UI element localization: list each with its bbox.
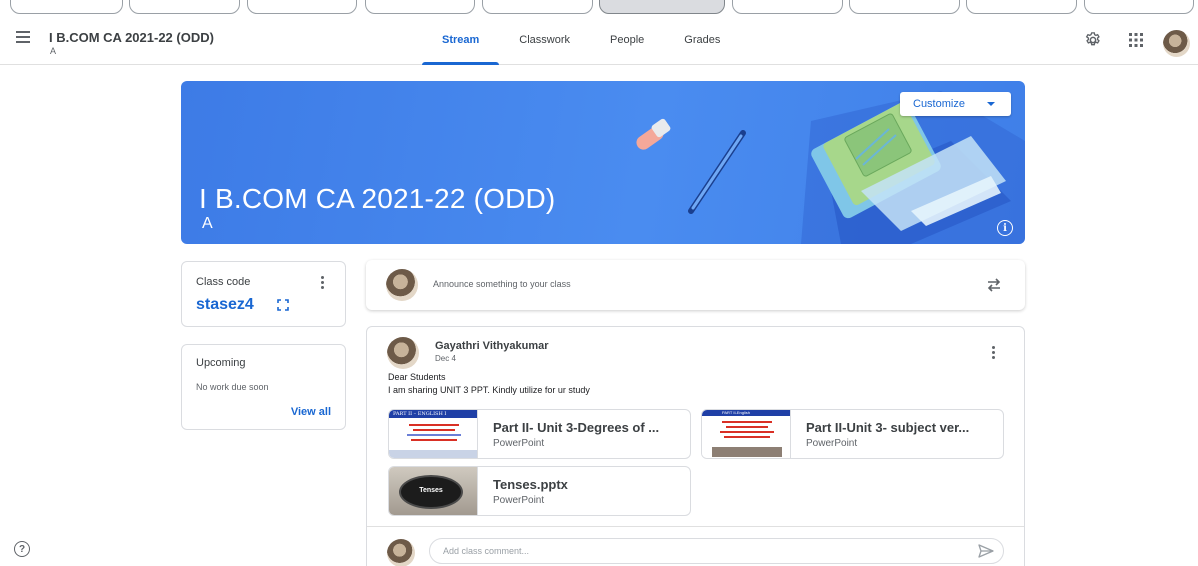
settings-icon[interactable]	[1082, 29, 1104, 51]
class-banner: I B.COM CA 2021-22 (ODD) A Customize i	[181, 81, 1025, 244]
attachment-type: PowerPoint	[493, 495, 545, 506]
class-code-card: Class code stasez4	[181, 261, 346, 327]
banner-section: A	[202, 215, 213, 232]
browser-tab[interactable]	[482, 0, 593, 14]
attachment-name: Tenses.pptx	[493, 477, 568, 492]
class-code-value: stasez4	[196, 296, 254, 313]
post-author: Gayathri Vithyakumar	[435, 340, 549, 352]
attachment-card[interactable]: Tenses Tenses.pptx PowerPoint	[388, 466, 691, 516]
menu-icon[interactable]	[10, 24, 36, 50]
apps-icon[interactable]	[1125, 29, 1147, 51]
attachment-name: Part II- Unit 3-Degrees of ...	[493, 420, 660, 435]
fullscreen-icon[interactable]	[277, 299, 289, 311]
info-icon[interactable]: i	[997, 220, 1013, 236]
announce-box[interactable]: Announce something to your class	[366, 260, 1025, 310]
attachment-type: PowerPoint	[806, 438, 858, 449]
upcoming-card: Upcoming No work due soon View all	[181, 344, 346, 430]
divider	[367, 526, 1024, 527]
announce-placeholder[interactable]: Announce something to your class	[433, 279, 571, 289]
attachment-thumbnail: PART II-English	[702, 410, 791, 458]
browser-tab[interactable]	[1084, 0, 1194, 14]
browser-tab-strip	[0, 0, 1198, 16]
tab-grades[interactable]: Grades	[664, 16, 740, 64]
customize-label: Customize	[913, 98, 965, 110]
upcoming-message: No work due soon	[196, 382, 269, 392]
browser-tab[interactable]	[849, 0, 960, 14]
thumb-heading: Tenses	[419, 487, 443, 494]
app-header: I B.COM CA 2021-22 (ODD) A Stream Classw…	[0, 16, 1198, 65]
commenter-avatar	[387, 539, 415, 566]
browser-tab[interactable]	[129, 0, 240, 14]
thumb-heading: PART II-English	[702, 410, 790, 416]
attachment-name: Part II-Unit 3- subject ver...	[806, 420, 970, 435]
banner-title[interactable]: I B.COM CA 2021-22 (ODD)	[199, 183, 555, 215]
attachment-thumbnail: PART II – ENGLISH I	[389, 410, 478, 458]
post-date: Dec 4	[435, 354, 456, 363]
repost-icon[interactable]	[985, 276, 1003, 294]
comment-placeholder: Add class comment...	[443, 546, 530, 556]
classroom-page: I B.COM CA 2021-22 (ODD) A Stream Classw…	[0, 0, 1198, 566]
browser-tab-active[interactable]	[599, 0, 725, 14]
post-text-line: I am sharing UNIT 3 PPT. Kindly utilize …	[388, 385, 590, 395]
attachment-type: PowerPoint	[493, 438, 545, 449]
comment-input[interactable]: Add class comment...	[429, 538, 1004, 564]
class-nav: Stream Classwork People Grades	[422, 16, 740, 65]
browser-tab[interactable]	[10, 0, 123, 14]
browser-tab[interactable]	[732, 0, 843, 14]
upcoming-label: Upcoming	[196, 357, 246, 369]
attachment-thumbnail: Tenses	[389, 467, 478, 515]
customize-button[interactable]: Customize	[900, 92, 1011, 116]
post-more-options-icon[interactable]	[986, 344, 1000, 360]
class-section: A	[50, 46, 57, 56]
class-title[interactable]: I B.COM CA 2021-22 (ODD)	[49, 30, 214, 45]
class-code-label: Class code	[196, 276, 251, 288]
help-icon[interactable]: ?	[14, 541, 30, 557]
stream-post: Gayathri Vithyakumar Dec 4 Dear Students…	[366, 326, 1025, 566]
author-avatar	[387, 337, 419, 369]
tab-people[interactable]: People	[590, 16, 664, 64]
browser-tab[interactable]	[365, 0, 475, 14]
thumb-heading: PART II – ENGLISH I	[389, 410, 477, 418]
tab-classwork[interactable]: Classwork	[499, 16, 590, 64]
chevron-down-icon	[987, 102, 995, 106]
view-all-link[interactable]: View all	[291, 406, 331, 418]
attachment-card[interactable]: PART II – ENGLISH I Part II- Unit 3-Degr…	[388, 409, 691, 459]
attachment-card[interactable]: PART II-English Part II-Unit 3- subject …	[701, 409, 1004, 459]
user-avatar	[386, 269, 418, 301]
account-avatar[interactable]	[1163, 30, 1190, 57]
browser-tab[interactable]	[966, 0, 1077, 14]
tab-stream[interactable]: Stream	[422, 16, 500, 65]
browser-tab[interactable]	[247, 0, 357, 14]
send-icon[interactable]	[978, 544, 994, 558]
more-options-icon[interactable]	[315, 274, 329, 290]
post-text-line: Dear Students	[388, 372, 446, 382]
